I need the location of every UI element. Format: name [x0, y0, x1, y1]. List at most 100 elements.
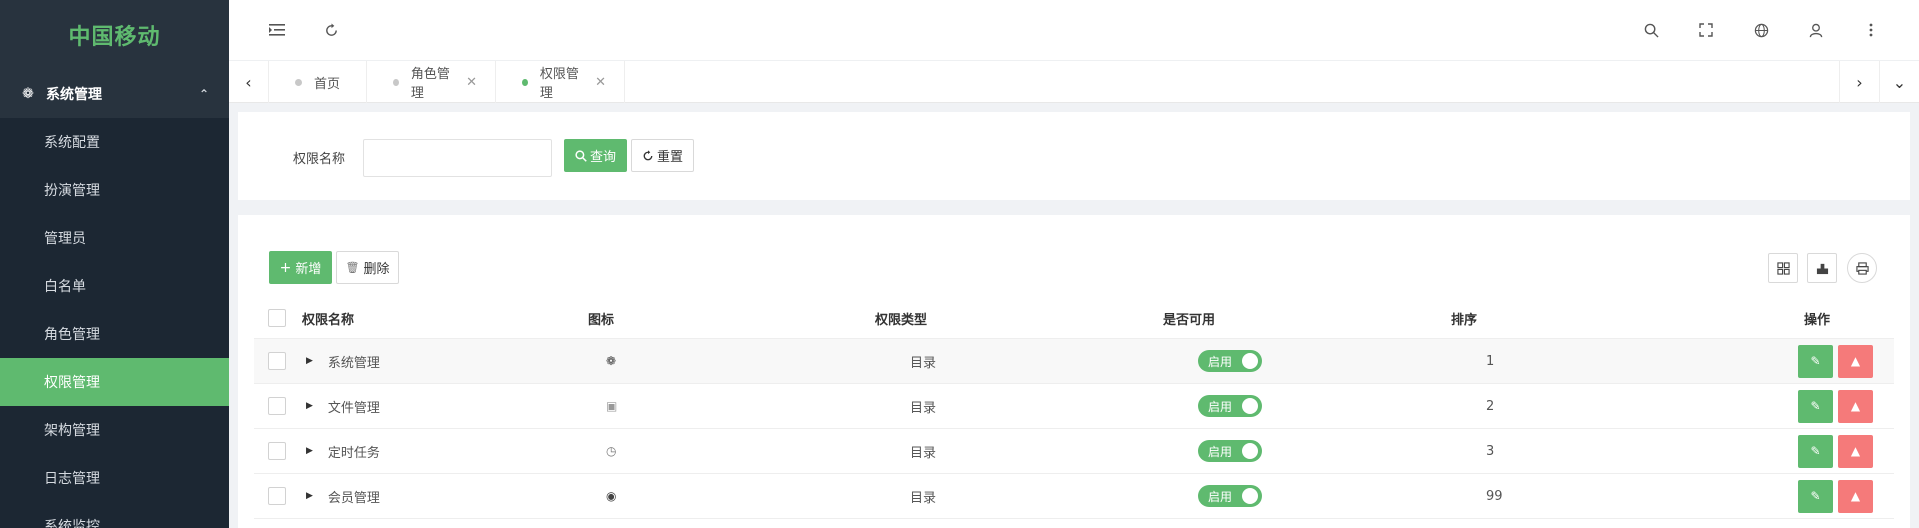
- delete-row-button[interactable]: ▲: [1838, 434, 1873, 468]
- brand-logo: 中国移动: [0, 0, 229, 70]
- user-circle-icon: ◉: [606, 489, 617, 503]
- sort-order: 1: [1486, 353, 1495, 369]
- user-icon[interactable]: [1804, 18, 1828, 42]
- gear-icon: ❁: [606, 354, 617, 368]
- sidebar-item-system-config[interactable]: 系统配置: [0, 118, 229, 166]
- edit-button[interactable]: ✎: [1798, 479, 1833, 513]
- fullscreen-icon[interactable]: [1694, 18, 1718, 42]
- column-header: 权限名称: [302, 312, 355, 328]
- more-vertical-icon[interactable]: [1859, 18, 1883, 42]
- sort-order: 99: [1486, 488, 1503, 504]
- add-button[interactable]: + 新增: [269, 251, 332, 284]
- sidebar: 中国移动 ❁ 系统管理 ⌃ 系统配置 扮演管理 管理员 白名单 角色管理 权限管…: [0, 0, 229, 528]
- permission-name: 会员管理: [327, 490, 380, 506]
- tab-scroll-left-icon[interactable]: ‹: [229, 61, 269, 103]
- tab-status-dot: [522, 78, 528, 86]
- column-header: 图标: [588, 312, 615, 328]
- edit-button[interactable]: ✎: [1798, 389, 1833, 423]
- permission-type: 目录: [910, 355, 937, 371]
- toggle-knob: [1242, 488, 1258, 504]
- sidebar-item-label: 扮演管理: [44, 183, 100, 199]
- sidebar-item-admins[interactable]: 管理员: [0, 214, 229, 262]
- expand-caret-icon[interactable]: ▶: [306, 491, 313, 501]
- refresh-icon[interactable]: [319, 18, 343, 42]
- trash-icon: ▲: [1850, 354, 1861, 368]
- reset-button[interactable]: 重置: [631, 139, 694, 172]
- delete-row-button[interactable]: ▲: [1838, 344, 1873, 378]
- camera-icon: ▣: [606, 399, 618, 413]
- table-header: 权限名称 图标 权限类型 是否可用 排序 操作: [254, 298, 1894, 339]
- search-icon: [575, 149, 587, 162]
- pencil-icon: ✎: [1810, 489, 1821, 503]
- close-icon[interactable]: ✕: [466, 75, 477, 90]
- top-header: [229, 0, 1919, 61]
- close-icon[interactable]: ✕: [595, 75, 606, 90]
- table-row[interactable]: ▶ 定时任务 ◷ 目录 启用 3 ✎ ▲: [254, 429, 1894, 474]
- expand-caret-icon[interactable]: ▶: [306, 446, 313, 456]
- permission-type: 目录: [910, 445, 937, 461]
- export-icon[interactable]: [1807, 253, 1837, 283]
- select-all-checkbox[interactable]: [268, 309, 286, 327]
- sidebar-item-monitor[interactable]: 系统监控: [0, 502, 229, 528]
- sidebar-item-label: 权限管理: [44, 375, 100, 391]
- tab-status-dot: [295, 78, 302, 86]
- tab-scroll-right-icon[interactable]: ›: [1839, 61, 1879, 103]
- enabled-toggle[interactable]: 启用: [1198, 485, 1262, 507]
- tab-permissions[interactable]: 权限管理 ✕: [496, 61, 625, 103]
- reset-button-label: 重置: [656, 150, 683, 165]
- sidebar-item-impersonate[interactable]: 扮演管理: [0, 166, 229, 214]
- sidebar-group-label: 系统管理: [46, 87, 102, 103]
- table-row[interactable]: ▶ 会员管理 ◉ 目录 启用 99 ✎ ▲: [254, 474, 1894, 519]
- table-row[interactable]: ▶ 文件管理 ▣ 目录 启用 2 ✎ ▲: [254, 384, 1894, 429]
- permission-name: 系统管理: [327, 355, 380, 371]
- sort-order: 3: [1486, 443, 1495, 459]
- expand-caret-icon[interactable]: ▶: [306, 356, 313, 366]
- delete-row-button[interactable]: ▲: [1838, 389, 1873, 423]
- search-icon[interactable]: [1639, 18, 1663, 42]
- query-button[interactable]: 查询: [564, 139, 627, 172]
- sidebar-item-whitelist[interactable]: 白名单: [0, 262, 229, 310]
- globe-icon[interactable]: [1749, 18, 1773, 42]
- permission-name-input[interactable]: [363, 139, 552, 177]
- tab-roles[interactable]: 角色管理 ✕: [367, 61, 496, 103]
- menu-fold-icon[interactable]: [265, 18, 289, 42]
- sidebar-item-label: 系统监控: [44, 519, 100, 528]
- toggle-knob: [1242, 443, 1258, 459]
- column-filter-icon[interactable]: [1768, 253, 1798, 283]
- pencil-icon: ✎: [1810, 354, 1821, 368]
- pencil-icon: ✎: [1810, 444, 1821, 458]
- table-row[interactable]: ▶ 系统管理 ❁ 目录 启用 1 ✎ ▲: [254, 339, 1894, 384]
- row-checkbox[interactable]: [268, 487, 286, 505]
- plus-icon: +: [279, 259, 292, 276]
- enabled-toggle[interactable]: 启用: [1198, 440, 1262, 462]
- sidebar-item-roles[interactable]: 角色管理: [0, 310, 229, 358]
- sidebar-item-permissions[interactable]: 权限管理: [0, 358, 229, 406]
- sidebar-item-org[interactable]: 架构管理: [0, 406, 229, 454]
- toggle-knob: [1242, 398, 1258, 414]
- trash-icon: ▲: [1850, 444, 1861, 458]
- edit-button[interactable]: ✎: [1798, 434, 1833, 468]
- sidebar-group-system[interactable]: ❁ 系统管理 ⌃: [0, 70, 229, 118]
- tab-home[interactable]: 首页: [269, 61, 367, 103]
- expand-caret-icon[interactable]: ▶: [306, 401, 313, 411]
- delete-row-button[interactable]: ▲: [1838, 479, 1873, 513]
- column-header: 权限类型: [875, 312, 928, 328]
- delete-button[interactable]: 🗑 删除: [336, 251, 399, 284]
- sidebar-item-label: 系统配置: [44, 135, 100, 151]
- print-icon[interactable]: [1847, 253, 1877, 283]
- row-checkbox[interactable]: [268, 352, 286, 370]
- chevron-up-icon: ⌃: [198, 87, 209, 101]
- enabled-toggle[interactable]: 启用: [1198, 395, 1262, 417]
- toggle-label: 启用: [1208, 444, 1233, 459]
- trash-icon: ▲: [1850, 489, 1861, 503]
- row-checkbox[interactable]: [268, 442, 286, 460]
- column-header: 操作: [1804, 312, 1831, 328]
- tab-menu-chevron-down-icon[interactable]: ⌄: [1879, 61, 1919, 103]
- enabled-toggle[interactable]: 启用: [1198, 350, 1262, 372]
- edit-button[interactable]: ✎: [1798, 344, 1833, 378]
- sidebar-item-logs[interactable]: 日志管理: [0, 454, 229, 502]
- row-checkbox[interactable]: [268, 397, 286, 415]
- sidebar-item-label: 架构管理: [44, 423, 100, 439]
- clock-icon: ◷: [606, 444, 617, 458]
- toggle-knob: [1242, 353, 1258, 369]
